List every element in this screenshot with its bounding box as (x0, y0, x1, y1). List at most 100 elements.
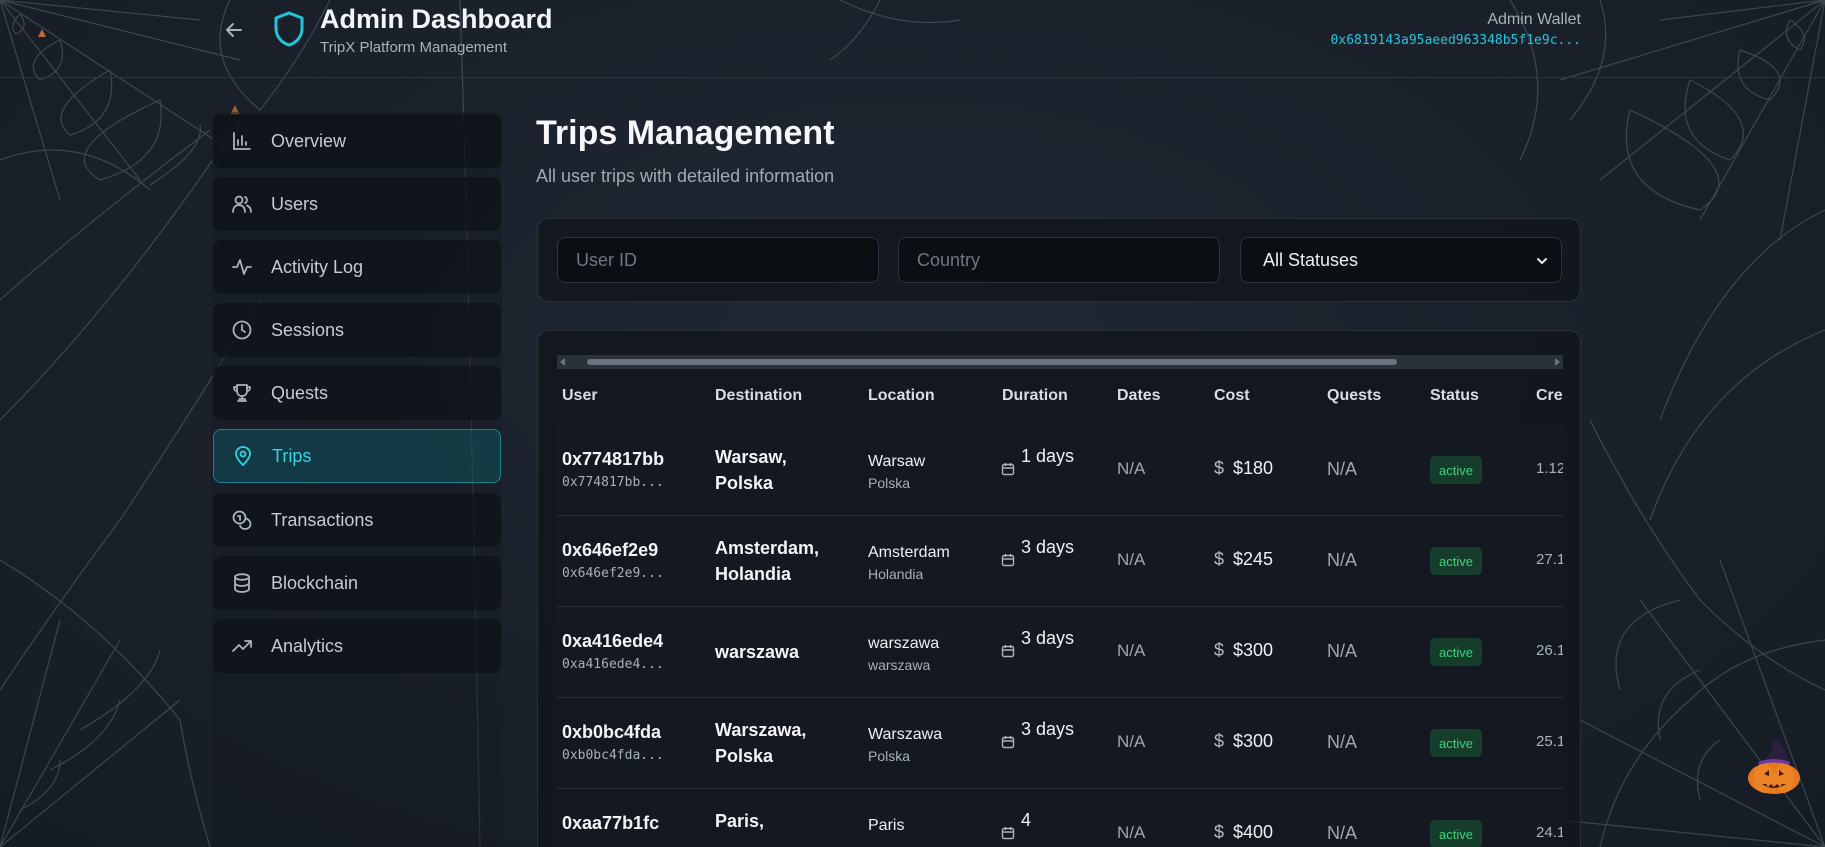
user-id-short: 0x774817bb... (562, 475, 664, 490)
calendar-icon (1001, 553, 1015, 567)
dates: N/A (1117, 641, 1146, 660)
location-city: Warszawa (868, 726, 943, 743)
status-badge: active (1430, 729, 1482, 757)
table-row[interactable]: 0x774817bb 0x774817bb... Warsaw, Polska … (557, 425, 1563, 516)
sidebar-item-label: Overview (271, 130, 347, 151)
sidebar-item-sessions[interactable]: Sessions (213, 303, 501, 357)
sidebar-item-label: Quests (271, 382, 329, 403)
coins-icon (231, 509, 253, 531)
scroll-right-arrow-icon[interactable] (1555, 358, 1560, 366)
sidebar-item-analytics[interactable]: Analytics (213, 619, 501, 673)
dates: N/A (1117, 732, 1146, 751)
duration: 3 days (1021, 537, 1075, 557)
column-header-destination[interactable]: Destination (715, 387, 802, 405)
status-select[interactable]: All Statuses (1240, 237, 1562, 283)
column-header-user[interactable]: User (562, 387, 598, 405)
sidebar-item-trips[interactable]: Trips (213, 429, 501, 483)
page-subtitle: All user trips with detailed information (536, 166, 835, 186)
column-header-duration[interactable]: Duration (1002, 387, 1068, 405)
sidebar-item-label: Trips (272, 445, 312, 466)
country-input[interactable] (898, 237, 1220, 283)
column-header-quests[interactable]: Quests (1327, 387, 1381, 405)
user-id: 0x646ef2e9 (562, 540, 659, 560)
calendar-icon (1001, 826, 1015, 840)
dates: N/A (1117, 823, 1146, 842)
bar-chart-icon (231, 130, 253, 152)
table-row[interactable]: 0xb0bc4fda 0xb0bc4fda... Warszawa, Polsk… (557, 698, 1563, 789)
column-header-dates[interactable]: Dates (1117, 387, 1161, 405)
dollar-icon: $ (1214, 640, 1225, 660)
dates: N/A (1117, 459, 1146, 478)
sidebar-item-blockchain[interactable]: Blockchain (213, 556, 501, 610)
table-row[interactable]: 0x646ef2e9 0x646ef2e9... Amsterdam, Hola… (557, 516, 1563, 607)
quests: N/A (1327, 641, 1358, 661)
app-subtitle: TripX Platform Management (320, 39, 508, 56)
status-badge: active (1430, 456, 1482, 484)
top-header: Admin Dashboard TripX Platform Managemen… (0, 0, 1825, 78)
sidebar-item-label: Activity Log (271, 256, 364, 277)
sidebar-item-overview[interactable]: Overview (213, 114, 501, 168)
destination: Warsaw, Polska (715, 447, 787, 493)
column-header-cost[interactable]: Cost (1214, 387, 1250, 405)
activity-icon (231, 256, 253, 278)
cost: $300 (1233, 640, 1274, 660)
database-icon (231, 572, 253, 594)
sidebar-item-quests[interactable]: Quests (213, 366, 501, 420)
horizontal-scrollbar[interactable] (557, 355, 1563, 369)
status-badge: active (1430, 820, 1482, 847)
user-id-input[interactable] (557, 237, 879, 283)
trips-table: User Destination Location Duration Dates… (557, 369, 1563, 847)
duration: 4 (1021, 810, 1032, 830)
location-city: Paris (868, 817, 905, 834)
calendar-icon (1001, 644, 1015, 658)
cost: $245 (1233, 549, 1274, 569)
created-date: 27.1 (1536, 551, 1563, 568)
shield-icon (272, 10, 306, 48)
back-arrow-icon[interactable] (222, 18, 246, 42)
location-city: warszawa (868, 635, 940, 652)
duration: 3 days (1021, 719, 1075, 739)
calendar-icon (1001, 462, 1015, 476)
sidebar-item-label: Analytics (271, 635, 344, 656)
table-row[interactable]: 0xa416ede4 0xa416ede4... warszawa warsza… (557, 607, 1563, 698)
column-header-location[interactable]: Location (868, 387, 935, 405)
calendar-icon (1001, 735, 1015, 749)
dates: N/A (1117, 550, 1146, 569)
dollar-icon: $ (1214, 731, 1225, 751)
wallet-label: Admin Wallet (1487, 11, 1581, 28)
chevron-down-icon (1535, 252, 1549, 266)
trips-table-card: User Destination Location Duration Dates… (537, 330, 1581, 847)
user-id-short: 0xb0bc4fda... (562, 748, 664, 763)
destination: Warszawa, Polska (715, 720, 807, 766)
filter-bar: All Statuses (537, 218, 1581, 302)
quests: N/A (1327, 823, 1358, 843)
location-country: Holandia (868, 566, 924, 582)
dollar-icon: $ (1214, 549, 1225, 569)
wallet-address[interactable]: 0x6819143a95aeed963348b5f1e9c... (1331, 33, 1581, 48)
sidebar-item-transactions[interactable]: Transactions (213, 493, 501, 547)
sidebar-item-users[interactable]: Users (213, 177, 501, 231)
sidebar-item-label: Transactions (271, 509, 374, 530)
clock-icon (231, 319, 253, 341)
created-date: 24.1 (1536, 824, 1563, 841)
page-title: Trips Management (536, 114, 835, 152)
duration: 3 days (1021, 628, 1075, 648)
trophy-icon (231, 382, 253, 404)
trending-up-icon (231, 635, 253, 657)
quests: N/A (1327, 550, 1358, 570)
sidebar-item-label: Blockchain (271, 572, 359, 593)
scroll-left-arrow-icon[interactable] (560, 358, 565, 366)
table-row[interactable]: 0xaa77b1fc Paris, Paris 4 N/A $ $400 N/A… (557, 789, 1563, 847)
user-id-short: 0x646ef2e9... (562, 566, 664, 581)
status-badge: active (1430, 638, 1482, 666)
created-date: 26.1 (1536, 642, 1563, 659)
user-id-short: 0xa416ede4... (562, 657, 664, 672)
column-header-created[interactable]: Cre (1536, 387, 1563, 405)
sidebar-item-activity-log[interactable]: Activity Log (213, 240, 501, 294)
location-country: warszawa (868, 657, 931, 673)
user-id: 0xa416ede4 (562, 631, 664, 651)
scrollbar-thumb[interactable] (587, 359, 1397, 365)
column-header-status[interactable]: Status (1430, 387, 1479, 405)
app-title: Admin Dashboard (320, 4, 553, 34)
status-badge: active (1430, 547, 1482, 575)
